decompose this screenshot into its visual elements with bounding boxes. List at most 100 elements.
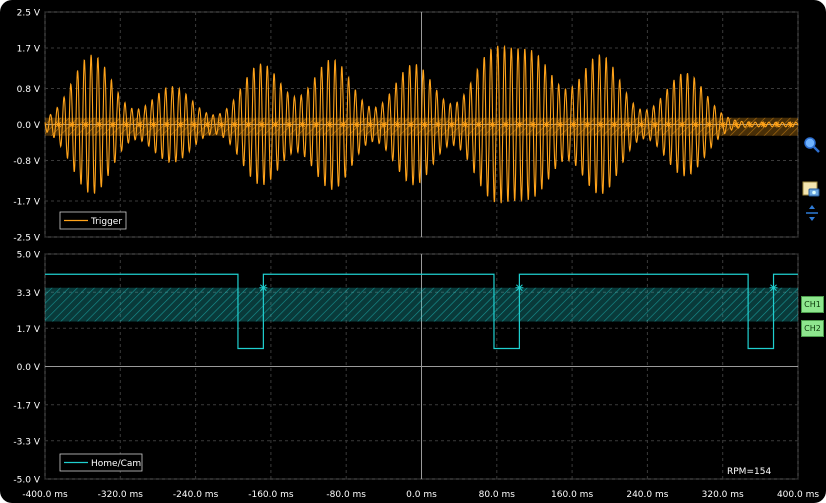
trigger-marker — [231, 121, 238, 128]
trigger-marker — [787, 121, 794, 128]
trigger-marker — [82, 121, 89, 128]
scope-plot: 2.5 V 1.7 V 0.8 V 0.0 V -0.8 V -1.7 V -2.5 V 5… — [13, 9, 819, 501]
threshold-band — [45, 287, 798, 322]
trigger-marker — [272, 121, 279, 128]
trigger-legend-label: Trigger — [90, 217, 122, 227]
trigger-marker — [340, 121, 347, 128]
trigger-marker — [516, 121, 523, 128]
trigger-marker — [313, 121, 320, 128]
cam-legend-label: Home/Cam — [91, 459, 141, 469]
rpm-readout: RPM=154 — [727, 467, 771, 477]
trigger-marker — [96, 121, 103, 128]
trigger-legend: Trigger — [59, 211, 127, 230]
scope-window: 2.5 V 1.7 V 0.8 V 0.0 V -0.8 V -1.7 V -2.5 V 5… — [0, 0, 826, 503]
trigger-marker — [760, 121, 767, 128]
trigger-marker — [55, 121, 62, 128]
x-axis: -400.0 ms -320.0 ms -240.0 ms -160.0 ms -80.… — [22, 490, 819, 500]
y-tick-label: 3.3 V — [17, 289, 41, 299]
trigger-marker — [692, 121, 699, 128]
trigger-marker — [638, 121, 645, 128]
camera-icon[interactable] — [802, 180, 820, 198]
cam-y-axis: 5.0 V 3.3 V 1.7 V 0.0 V -1.7 V -3.3 V -5.0 V — [13, 251, 40, 486]
trigger-marker — [421, 121, 428, 128]
x-tick-label: -240.0 ms — [173, 490, 219, 500]
trigger-marker — [719, 121, 726, 128]
cam-trigger-marker — [259, 283, 268, 292]
trigger-marker — [773, 121, 780, 128]
zoom-icon[interactable] — [803, 136, 821, 154]
scale-icon[interactable] — [803, 204, 821, 222]
x-tick-label: 0.0 ms — [406, 490, 437, 500]
trigger-marker — [529, 121, 536, 128]
y-tick-label: 0.0 V — [17, 363, 41, 373]
y-tick-label: -1.7 V — [13, 401, 40, 411]
trigger-marker — [407, 121, 414, 128]
x-tick-label: 320.0 ms — [702, 490, 744, 500]
trigger-marker — [624, 121, 631, 128]
trigger-marker — [204, 121, 211, 128]
trigger-marker — [394, 121, 401, 128]
cam-trigger-marker — [515, 283, 524, 292]
trigger-marker — [462, 121, 469, 128]
trigger-marker — [191, 121, 198, 128]
trigger-marker — [177, 121, 184, 128]
y-tick-label: 1.7 V — [17, 325, 41, 335]
trigger-marker — [218, 121, 225, 128]
y-tick-label: 0.8 V — [17, 85, 41, 95]
x-tick-label: 160.0 ms — [551, 490, 593, 500]
trigger-marker — [435, 121, 442, 128]
x-tick-label: -80.0 ms — [326, 490, 366, 500]
trigger-marker — [584, 121, 591, 128]
trigger-marker — [69, 121, 76, 128]
x-tick-label: -320.0 ms — [98, 490, 144, 500]
y-tick-label: 1.7 V — [17, 45, 41, 55]
y-tick-label: 5.0 V — [17, 251, 41, 261]
x-tick-label: -160.0 ms — [248, 490, 294, 500]
trigger-y-axis: 2.5 V 1.7 V 0.8 V 0.0 V -0.8 V -1.7 V -2.5 V — [13, 9, 40, 244]
trigger-marker — [123, 121, 130, 128]
y-tick-label: -0.8 V — [13, 157, 40, 167]
trigger-marker — [665, 121, 672, 128]
y-tick-label: -3.3 V — [13, 437, 40, 447]
trigger-marker — [353, 121, 360, 128]
trigger-marker — [163, 121, 170, 128]
y-tick-label: -5.0 V — [13, 476, 40, 486]
trigger-marker — [746, 121, 753, 128]
cam-legend: Home/Cam — [59, 453, 143, 472]
trigger-marker — [326, 121, 333, 128]
trigger-marker — [299, 121, 306, 128]
channel-1-button[interactable]: CH1 — [801, 296, 824, 313]
trigger-marker — [651, 121, 658, 128]
channel-2-button[interactable]: CH2 — [801, 320, 824, 337]
trigger-marker — [475, 121, 482, 128]
trigger-marker — [109, 121, 116, 128]
trigger-marker — [597, 121, 604, 128]
trigger-marker — [380, 121, 387, 128]
x-tick-label: -400.0 ms — [22, 490, 68, 500]
y-tick-label: 0.0 V — [17, 121, 41, 131]
trigger-marker — [706, 121, 713, 128]
trigger-marker — [150, 121, 157, 128]
cam-threshold-band — [45, 287, 798, 322]
trigger-marker — [502, 121, 509, 128]
y-tick-label: -2.5 V — [13, 234, 40, 244]
trigger-marker — [543, 121, 550, 128]
trigger-marker — [679, 121, 686, 128]
y-tick-label: -1.7 V — [13, 198, 40, 208]
trigger-marker — [611, 121, 618, 128]
trigger-marker — [733, 121, 740, 128]
trigger-marker — [570, 121, 577, 128]
trigger-marker — [557, 121, 564, 128]
trigger-marker — [285, 121, 292, 128]
trigger-marker — [258, 121, 265, 128]
trigger-marker — [367, 121, 374, 128]
trigger-marker — [136, 121, 143, 128]
x-tick-label: 400.0 ms — [777, 490, 819, 500]
trigger-marker — [448, 121, 455, 128]
trigger-marker — [489, 121, 496, 128]
x-tick-label: 240.0 ms — [626, 490, 668, 500]
trigger-marker — [245, 121, 252, 128]
cam-trigger-marker — [769, 283, 778, 292]
y-tick-label: 2.5 V — [17, 9, 41, 19]
x-tick-label: 80.0 ms — [479, 490, 516, 500]
